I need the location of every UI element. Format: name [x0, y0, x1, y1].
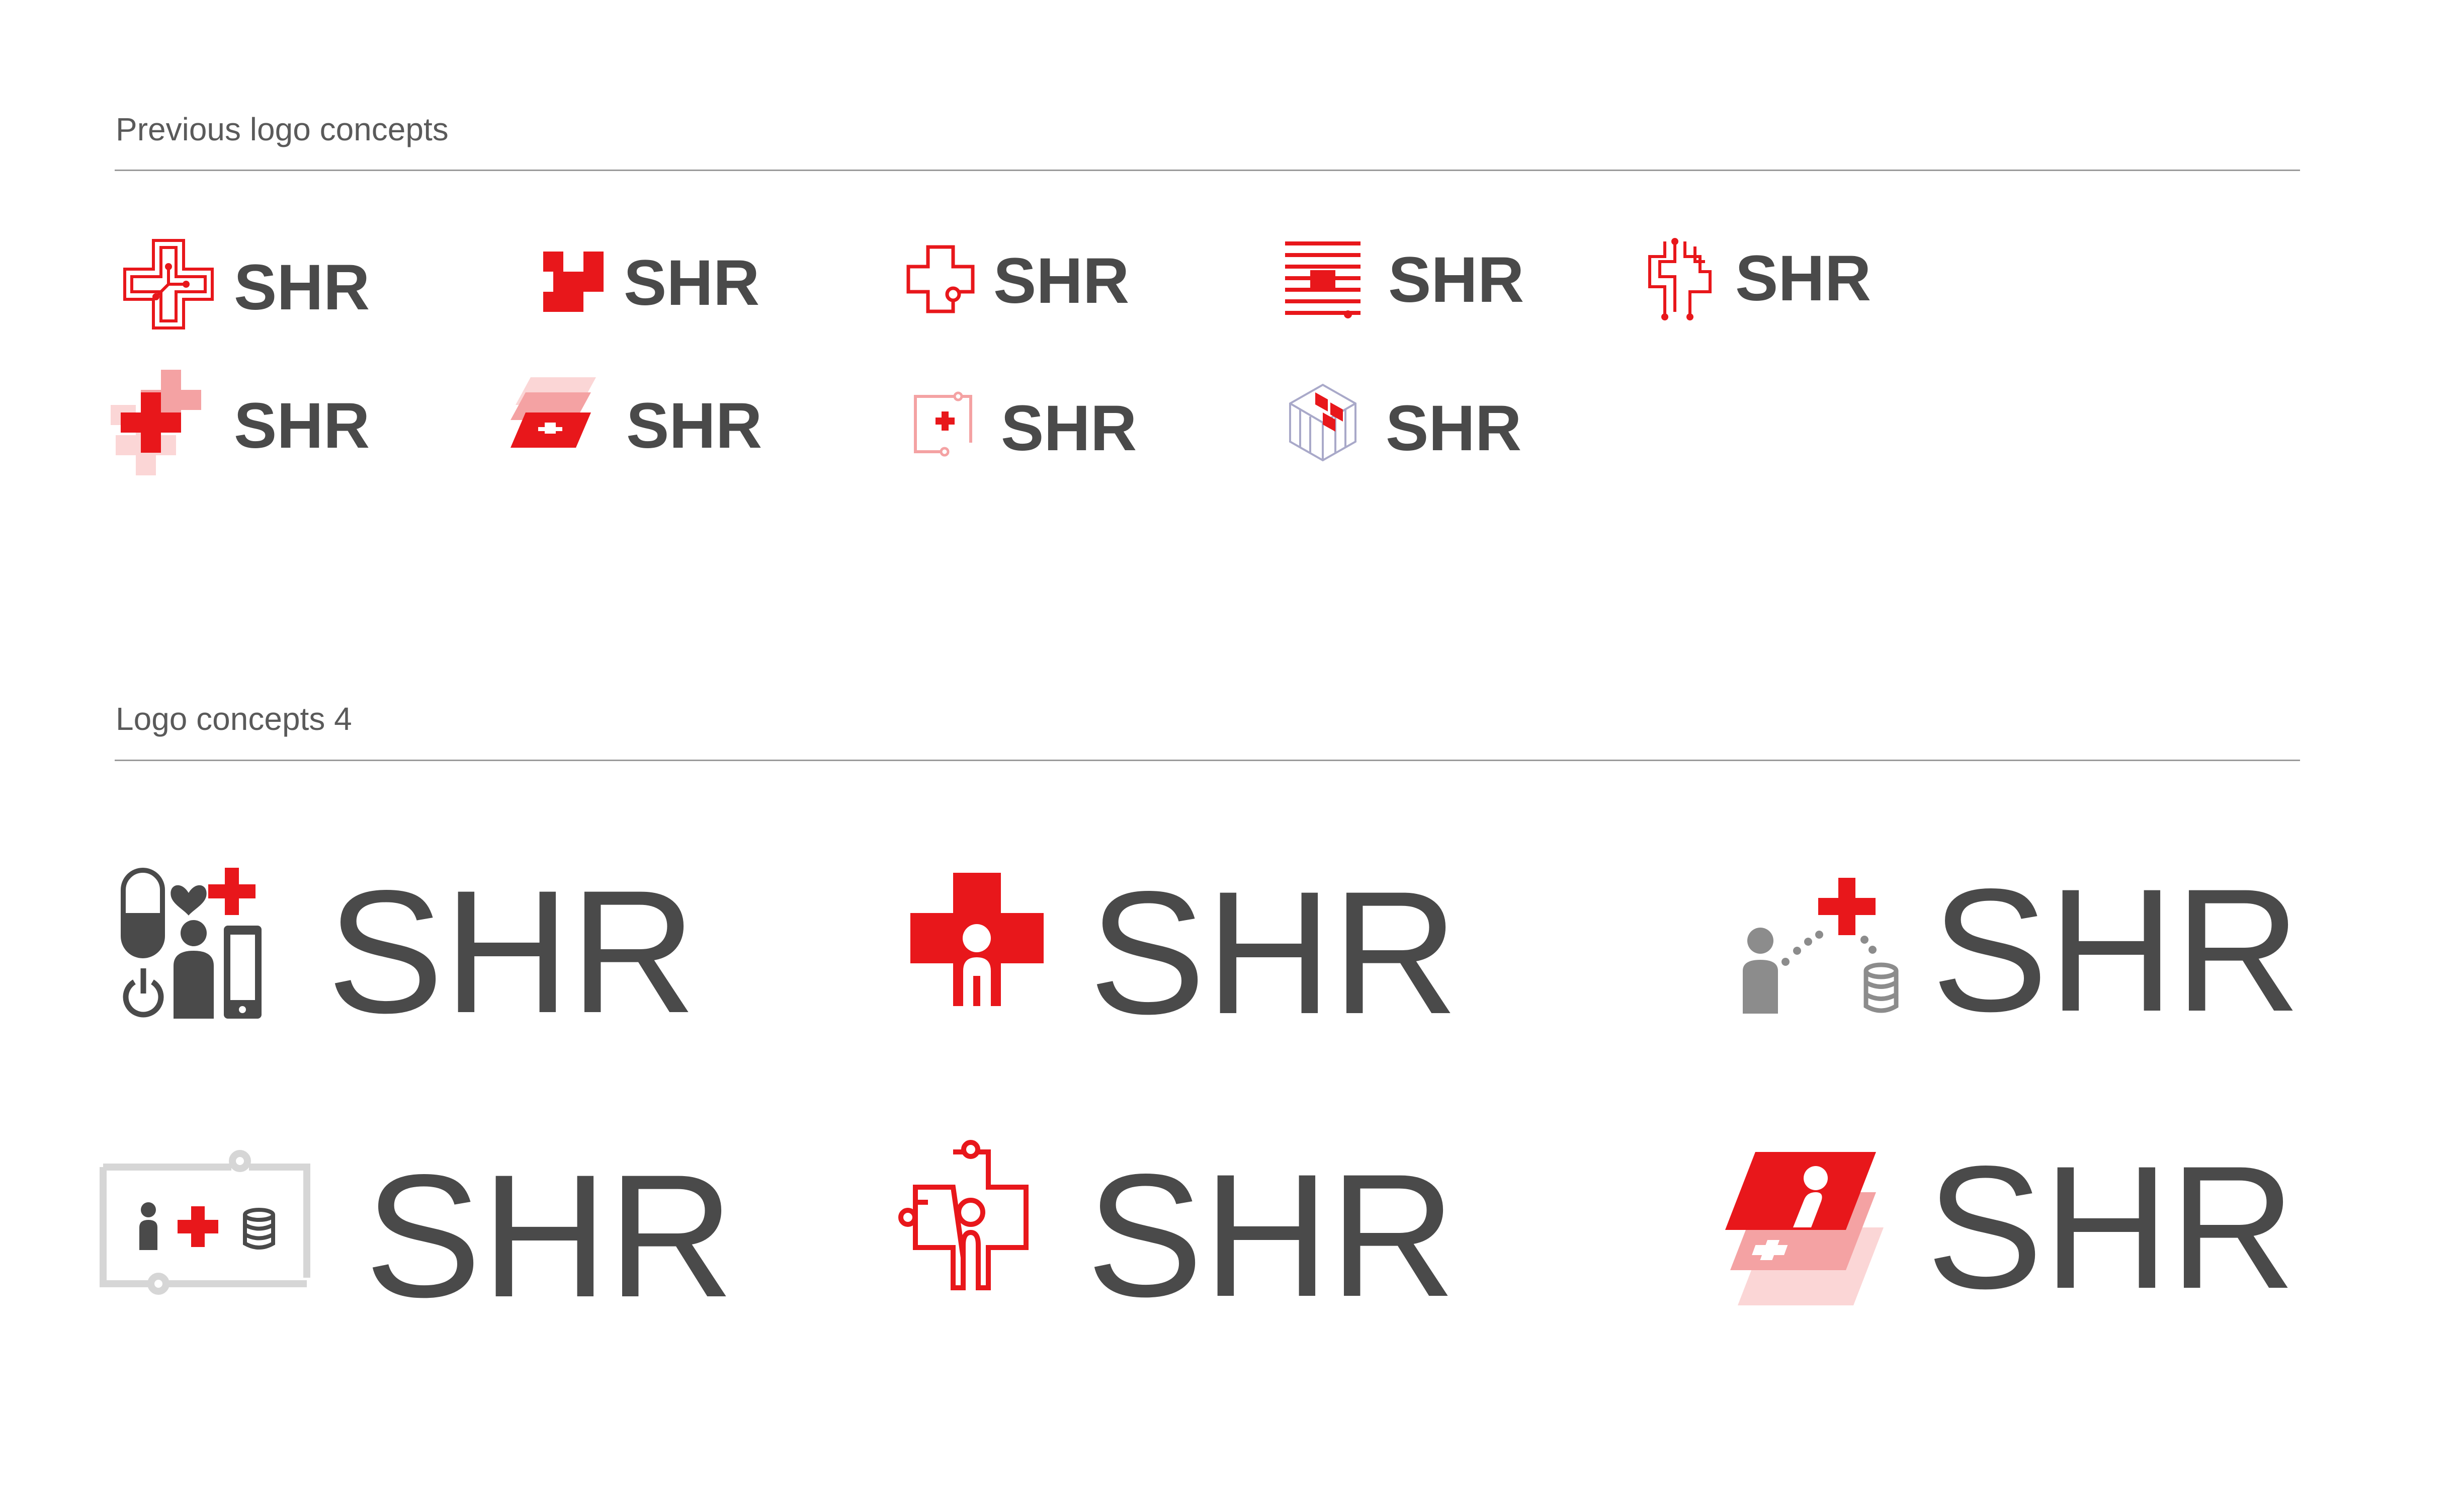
framed-record-icon	[100, 1150, 310, 1295]
previous-logo-6: SHR	[111, 370, 382, 475]
section-title-previous: Previous logo concepts	[116, 111, 449, 147]
current-logo-4: SHR	[98, 1148, 742, 1323]
skewed-person-stack-icon	[1725, 1152, 1884, 1305]
wordmark: SHR	[1086, 1137, 1456, 1333]
wordmark: SHR	[1926, 1129, 2296, 1325]
outline-person-cross-icon	[898, 1140, 1029, 1290]
wordmark: SHR	[1386, 392, 1522, 464]
wordmark: SHR	[1388, 244, 1524, 316]
person-data-cross-icon	[1743, 878, 1899, 1014]
circuit-trace-cross-icon	[1648, 238, 1712, 320]
current-logo-1: SHR	[121, 864, 724, 1039]
previous-logo-9: SHR	[1288, 382, 1549, 468]
wordmark: SHR	[1735, 242, 1872, 314]
previous-logo-5: SHR	[1645, 236, 1906, 327]
striped-cross-icon	[1285, 241, 1361, 318]
wordmark: SHR	[1931, 852, 2301, 1048]
current-logo-6: SHR	[1723, 1129, 2306, 1325]
wordmark: SHR	[993, 245, 1130, 317]
layered-cross-icon	[111, 370, 201, 475]
section-divider-previous	[115, 170, 2300, 171]
skewed-stack-cross-icon	[511, 377, 596, 448]
section-divider-current	[115, 760, 2300, 761]
previous-logo-1: SHR	[121, 236, 382, 332]
current-logo-3: SHR	[1738, 863, 2306, 1038]
wordmark: SHR	[624, 247, 760, 319]
boxed-cross-node-icon	[914, 391, 972, 457]
person-cross-icon	[910, 873, 1044, 1006]
current-logo-5: SHR	[898, 1140, 1486, 1323]
wordmark: SHR	[1089, 855, 1459, 1050]
section-title-current: Logo concepts 4	[116, 701, 352, 737]
previous-logo-2: SHR	[541, 249, 792, 319]
pixel-cross-icon	[543, 252, 604, 312]
wordmark: SHR	[327, 854, 697, 1049]
wordmark: SHR	[1001, 392, 1137, 464]
wordmark: SHR	[234, 390, 370, 462]
health-devices-icon	[121, 868, 262, 1019]
previous-logo-4: SHR	[1283, 239, 1544, 324]
wordmark: SHR	[626, 390, 762, 462]
outline-cross-node-icon	[906, 245, 975, 313]
wordmark: SHR	[365, 1138, 734, 1334]
circuit-cross-icon	[123, 239, 214, 329]
previous-logo-8: SHR	[910, 391, 1162, 464]
previous-logo-3: SHR	[905, 244, 1157, 319]
wordmark: SHR	[234, 252, 370, 323]
previous-logo-7: SHR	[511, 375, 782, 462]
current-logo-2: SHR	[910, 865, 1484, 1040]
cube-cross-icon	[1289, 383, 1356, 462]
